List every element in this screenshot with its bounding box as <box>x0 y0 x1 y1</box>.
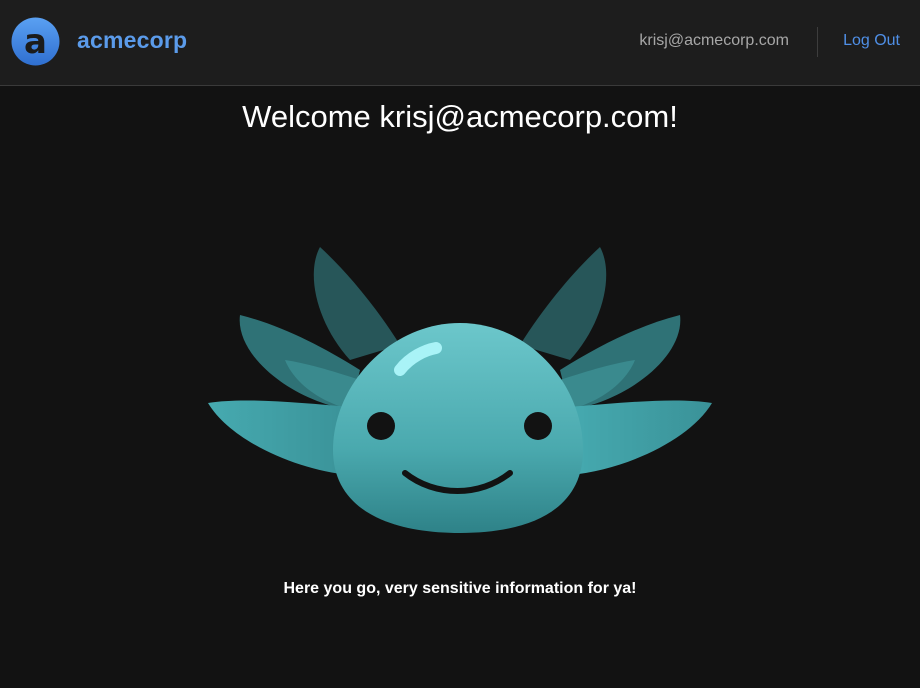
sensitive-info-message: Here you go, very sensitive information … <box>283 580 637 597</box>
logout-link[interactable]: Log Out <box>843 32 900 50</box>
top-header: a acmecorp krisj@acmecorp.com Log Out <box>0 0 920 86</box>
user-email: krisj@acmecorp.com <box>639 32 789 49</box>
axolotl-mascot-icon <box>200 235 720 545</box>
page-title: Welcome krisj@acmecorp.com! <box>242 99 678 134</box>
brand-name[interactable]: acmecorp <box>77 27 187 54</box>
header-divider <box>817 27 818 57</box>
logo-letter: a <box>24 22 47 62</box>
acmecorp-logo-icon[interactable]: a <box>11 17 60 66</box>
